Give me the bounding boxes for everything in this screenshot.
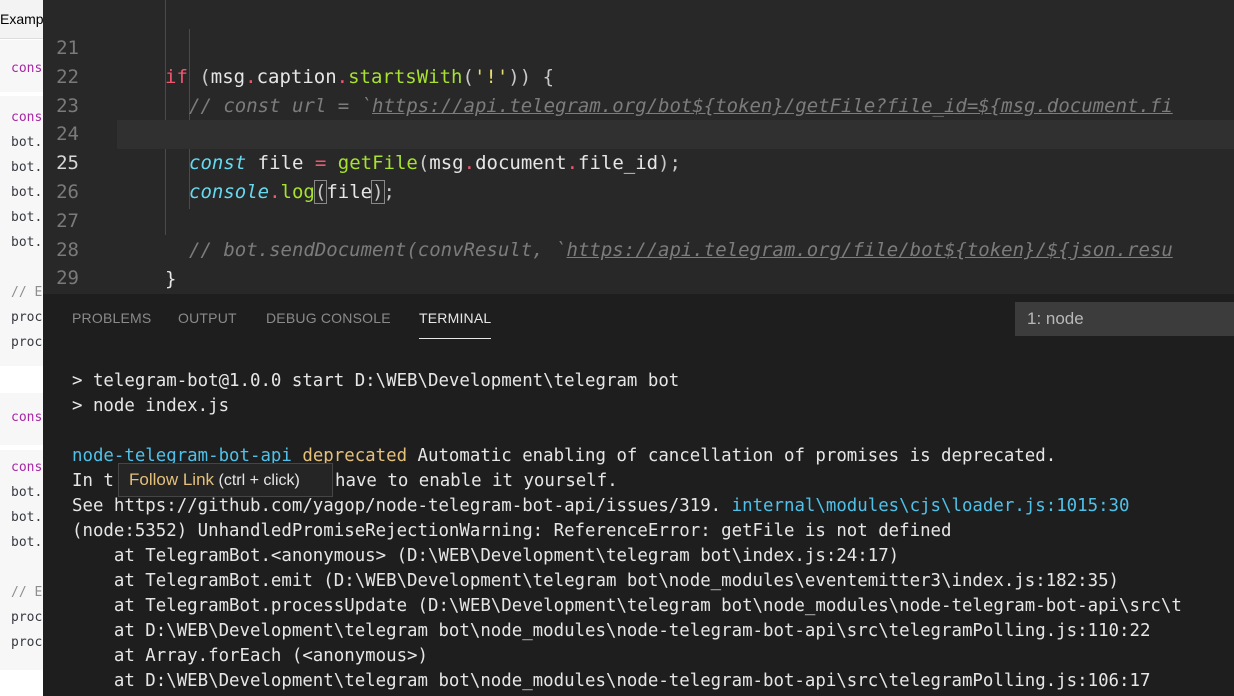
terminal-line[interactable]: at TelegramBot.emit (D:\WEB\Development\… — [72, 569, 1119, 594]
snippet-line: bot. — [11, 485, 43, 500]
code-editor[interactable]: 21 if (msg.caption.startsWith('!')) { 22… — [43, 0, 1234, 294]
snippet-line: bot. — [11, 235, 43, 250]
code-line-22[interactable]: 22 // const url = `https://api.telegram.… — [43, 34, 1234, 117]
tooltip-follow-link: Follow Link — [129, 470, 215, 489]
browser-tab-title[interactable]: Examp — [0, 0, 43, 39]
terminal-line: In t — [72, 469, 114, 494]
snippet-line: proc — [11, 310, 43, 325]
terminal-text: In t — [72, 471, 114, 491]
terminal-line: have to enable it yourself. — [335, 469, 618, 494]
code-line-30[interactable]: 30 }); — [43, 264, 1234, 293]
terminal-line[interactable]: at TelegramBot.<anonymous> (D:\WEB\Devel… — [72, 544, 899, 569]
snippet-line: cons — [11, 61, 43, 76]
code-line-29[interactable]: 29 } — [43, 235, 1234, 289]
terminal-line: (node:5352) UnhandledPromiseRejectionWar… — [72, 521, 952, 541]
terminal-line[interactable]: at D:\WEB\Development\telegram bot\node_… — [72, 669, 1151, 694]
terminal-url-link[interactable]: See https://github.com/yagop/node-telegr… — [72, 496, 721, 516]
panel-tab-bar: PROBLEMS OUTPUT DEBUG CONSOLE TERMINAL 1… — [43, 294, 1234, 346]
snippet-line: cons — [11, 110, 43, 125]
code-line-24[interactable]: 24 const file = getFile(msg.document.fil… — [43, 91, 1234, 174]
line-number: 24 — [56, 123, 79, 145]
code-line-26[interactable]: 26 — [43, 149, 1234, 203]
terminal-text: have to enable it yourself. — [335, 471, 618, 491]
tooltip-shortcut-hint: (ctrl + click) — [214, 472, 300, 489]
terminal-line: See https://github.com/yagop/node-telegr… — [72, 494, 1130, 519]
tab-debug-console[interactable]: DEBUG CONSOLE — [266, 310, 391, 338]
tab-terminal[interactable]: TERMINAL — [419, 310, 492, 339]
snippet-line: cons — [11, 460, 43, 475]
snippet-line: bot. — [11, 160, 43, 175]
code-line-23[interactable]: 23 — [43, 63, 1234, 117]
snippet-line: proc — [11, 610, 43, 625]
snippet-line: proc — [11, 635, 43, 650]
tab-output[interactable]: OUTPUT — [178, 310, 237, 338]
code-line-21[interactable]: 21 if (msg.caption.startsWith('!')) { — [43, 5, 1234, 88]
terminal-line: > node index.js — [72, 396, 230, 416]
terminal-file-link[interactable]: internal\modules\cjs\loader.js:1015:30 — [721, 496, 1130, 516]
terminal-selector[interactable]: 1: node — [1015, 302, 1234, 336]
snippet-line: // E — [11, 585, 43, 600]
code-line-27[interactable]: 27 // bot.sendDocument(convResult, `http… — [43, 178, 1234, 261]
snippet-line: proc — [11, 335, 43, 350]
follow-link-tooltip: Follow Link (ctrl + click) — [118, 463, 333, 497]
snippet-line: bot. — [11, 210, 43, 225]
background-browser-page: Examp cons cons bot. bot. bot. bot. bot.… — [0, 0, 43, 696]
terminal-line[interactable]: at TelegramBot.processUpdate (D:\WEB\Dev… — [72, 594, 1182, 619]
code-line-25[interactable]: 25 console.log(file); — [56, 120, 1234, 204]
snippet-line: bot. — [11, 135, 43, 150]
terminal-line: at Array.forEach (<anonymous>) — [72, 646, 428, 666]
terminal-line[interactable]: at D:\WEB\Development\telegram bot\node_… — [72, 619, 1151, 644]
snippet-line: cons — [11, 410, 43, 425]
snippet-line: bot. — [11, 510, 43, 525]
snippet-line: // E — [11, 285, 43, 300]
snippet-line: bot. — [11, 535, 43, 550]
code-line-28[interactable]: 28 } — [43, 207, 1234, 290]
tab-problems[interactable]: PROBLEMS — [72, 310, 151, 338]
terminal-line: > telegram-bot@1.0.0 start D:\WEB\Develo… — [72, 371, 680, 391]
terminal-message: Automatic enabling of cancellation of pr… — [407, 446, 1057, 466]
snippet-line: bot. — [11, 185, 43, 200]
